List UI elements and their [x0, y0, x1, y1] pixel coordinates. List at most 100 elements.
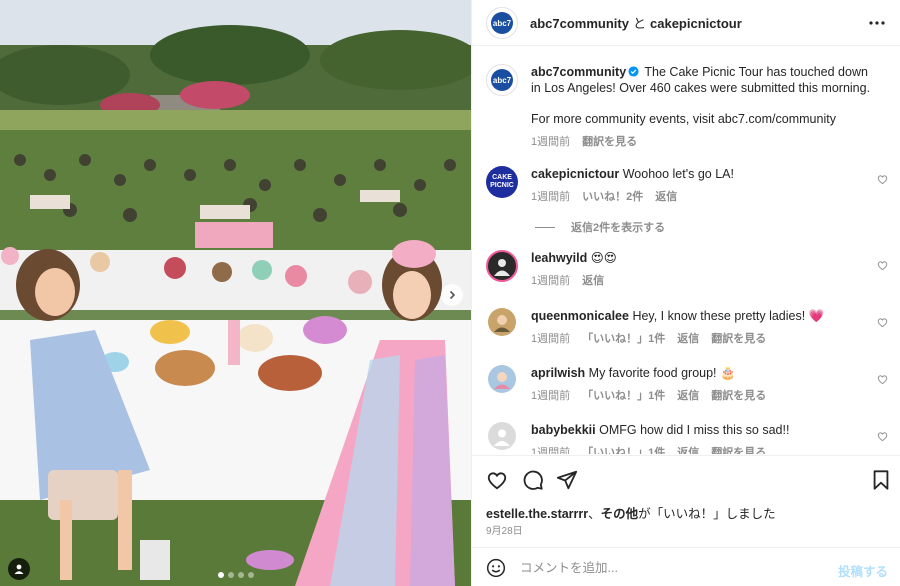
comment-meta: 1週間前 「いいね！」1件 返信 翻訳を見る [531, 444, 876, 454]
comment-reply-button[interactable]: 返信 [677, 444, 699, 454]
cake-picnic-logo: CAKE PICNIC [490, 174, 514, 189]
comment-translate-link[interactable]: 翻訳を見る [711, 330, 766, 346]
liked-by-user[interactable]: estelle.the.starrrr [486, 507, 588, 521]
comment-translate-link[interactable]: 翻訳を見る [711, 444, 766, 454]
comment-row: queenmonicalee Hey, I know these pretty … [486, 308, 896, 346]
comment-reply-button[interactable]: 返信 [677, 330, 699, 346]
comment-heart-icon[interactable] [877, 174, 888, 185]
comment-likes[interactable]: 「いいね！」1件 [582, 387, 665, 403]
view-replies-label: 返信2件を表示する [571, 222, 666, 234]
chevron-right-icon [449, 290, 456, 300]
header-conjunction: と [632, 16, 646, 31]
caption-username[interactable]: abc7community [531, 65, 626, 79]
comment-reply-button[interactable]: 返信 [655, 188, 677, 204]
post-photo[interactable] [0, 0, 471, 586]
comment-meta: 1週間前 いいね！2件 返信 [531, 188, 876, 204]
comment-body: OMFG how did I miss this so sad!! [599, 423, 790, 437]
caption-row: abc7 abc7community The Cake Picnic Tour … [486, 64, 896, 149]
commenter-avatar[interactable] [486, 250, 518, 282]
comment-heart-icon[interactable] [877, 431, 888, 442]
carousel-dot [227, 572, 234, 578]
header-collaborator-link[interactable]: cakepicnictour [650, 16, 742, 31]
header-usernames: abc7community と cakepicnictour [530, 13, 742, 32]
comment-time: 1週間前 [531, 333, 571, 345]
comment-username[interactable]: queenmonicalee [531, 309, 629, 323]
comment-username[interactable]: aprilwish [531, 366, 585, 380]
comment-likes[interactable]: 「いいね！」1件 [582, 330, 665, 346]
comment-time: 1週間前 [531, 447, 571, 454]
comment-row: babybekkii OMFG how did I miss this so s… [486, 422, 896, 454]
replies-divider [535, 226, 555, 228]
carousel-dot [247, 572, 254, 578]
comment-translate-link[interactable]: 翻訳を見る [711, 387, 766, 403]
user-photo-icon [494, 315, 510, 332]
commenter-avatar[interactable] [488, 308, 516, 336]
comment-row: aprilwish My favorite food group! 🎂 1週間前… [486, 365, 896, 403]
more-horizontal-icon[interactable] [868, 14, 886, 32]
comment-username[interactable]: cakepicnictour [531, 167, 619, 181]
commenter-avatar[interactable]: CAKE PICNIC [486, 166, 518, 198]
comment-likes[interactable]: 「いいね！」1件 [582, 444, 665, 454]
liked-by-text: estelle.the.starrrr、その他が「いいね！」しました [486, 503, 776, 522]
commenter-avatar[interactable] [488, 365, 516, 393]
comment-text: babybekkii OMFG how did I miss this so s… [531, 422, 876, 438]
svg-text:abc7: abc7 [493, 19, 512, 28]
liked-by-others[interactable]: その他 [601, 507, 639, 521]
comment-username[interactable]: leahwyild [531, 251, 587, 265]
comment-likes[interactable]: いいね！2件 [582, 188, 643, 204]
comment-reply-button[interactable]: 返信 [677, 387, 699, 403]
svg-text:abc7: abc7 [493, 76, 512, 85]
caption-line2: For more community events, visit abc7.co… [531, 112, 836, 126]
carousel-dots [0, 572, 471, 578]
comment-heart-icon[interactable] [877, 317, 888, 328]
comment-heart-icon[interactable] [877, 260, 888, 271]
liked-by-separator: 、 [588, 507, 601, 521]
comment-text: queenmonicalee Hey, I know these pretty … [531, 308, 876, 324]
send-icon[interactable] [556, 469, 578, 491]
post-sidebar: abc7 abc7community と cakepicnictour abc7 a… [471, 0, 900, 586]
carousel-next-button[interactable] [441, 284, 463, 306]
caption-avatar[interactable]: abc7 [486, 64, 518, 96]
comments-list[interactable]: abc7 abc7community The Cake Picnic Tour … [472, 47, 900, 454]
post-actions-bar [472, 455, 900, 503]
comment-time: 1週間前 [531, 390, 571, 402]
user-silhouette-icon [494, 259, 510, 276]
cake-picnic-photo [0, 0, 471, 586]
abc7-logo-icon: abc7 [491, 11, 513, 34]
comment-body: Woohoo let's go LA! [622, 167, 734, 181]
carousel-dot [217, 572, 224, 578]
header-author-link[interactable]: abc7community [530, 16, 629, 31]
emoji-icon[interactable] [486, 558, 506, 578]
comment-row: leahwyild 😍😍 1週間前 返信 [486, 250, 896, 288]
comment-text: cakepicnictour Woohoo let's go LA! [531, 166, 876, 182]
post-comment-button[interactable]: 投稿する [838, 561, 888, 580]
abc7-logo-icon: abc7 [491, 69, 513, 91]
comment-text: aprilwish My favorite food group! 🎂 [531, 365, 876, 381]
comment-text: leahwyild 😍😍 [531, 250, 876, 266]
heart-icon[interactable] [486, 469, 508, 491]
commenter-avatar[interactable] [488, 422, 516, 450]
comment-reply-button[interactable]: 返信 [582, 272, 604, 288]
comment-meta: 1週間前 「いいね！」1件 返信 翻訳を見る [531, 330, 876, 346]
bookmark-icon[interactable] [870, 469, 892, 491]
comment-icon[interactable] [522, 469, 544, 491]
author-avatar[interactable]: abc7 [486, 6, 518, 39]
comment-input[interactable] [520, 557, 820, 579]
default-avatar-icon [494, 429, 510, 446]
comment-username[interactable]: babybekkii [531, 423, 596, 437]
comment-time: 1週間前 [531, 191, 571, 203]
comment-meta: 1週間前 返信 [531, 272, 876, 288]
post-header: abc7 abc7community と cakepicnictour [472, 0, 900, 46]
carousel-dot [237, 572, 244, 578]
caption-meta: 1週間前 翻訳を見る [531, 133, 876, 149]
user-photo-icon [494, 372, 510, 389]
caption-time: 1週間前 [531, 136, 571, 148]
caption-text: abc7community The Cake Picnic Tour has t… [531, 64, 876, 96]
caption-translate-link[interactable]: 翻訳を見る [582, 133, 637, 149]
comment-time: 1週間前 [531, 275, 571, 287]
comment-body: Hey, I know these pretty ladies! 💗 [632, 309, 825, 323]
view-replies-button[interactable]: 返信2件を表示する [535, 219, 665, 235]
comment-heart-icon[interactable] [877, 374, 888, 385]
verified-badge-icon [628, 66, 639, 77]
liked-by-suffix: が「いいね！」しました [638, 507, 776, 521]
